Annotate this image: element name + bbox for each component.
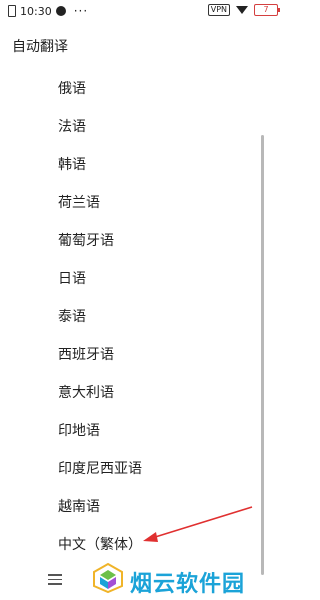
language-item[interactable]: 泰语 <box>58 306 86 326</box>
menu-icon[interactable] <box>48 574 62 585</box>
status-time: 10:30 <box>20 4 52 18</box>
wifi-icon <box>236 6 248 14</box>
status-left: 10:30 ··· <box>8 4 88 18</box>
watermark-text: 烟云软件园 <box>130 572 246 597</box>
status-right: VPN 7 <box>207 4 280 16</box>
language-item[interactable]: 印地语 <box>58 420 100 440</box>
sim-card-icon <box>8 5 16 17</box>
annotation-arrow-head <box>143 532 158 542</box>
vpn-badge: VPN <box>207 4 230 16</box>
language-item[interactable]: 日语 <box>58 268 86 288</box>
language-item[interactable]: 俄语 <box>58 78 86 98</box>
more-notifications-icon: ··· <box>73 4 89 18</box>
language-item[interactable]: 意大利语 <box>58 382 114 402</box>
battery-icon: 7 <box>254 4 280 16</box>
language-item[interactable]: 法语 <box>58 116 86 136</box>
annotation-arrow <box>143 506 253 542</box>
watermark-logo <box>93 562 123 594</box>
language-item[interactable]: 印度尼西亚语 <box>58 458 142 478</box>
notification-icon <box>55 6 66 16</box>
watermark: 烟云软件园 <box>92 558 284 600</box>
scrollbar[interactable] <box>261 135 264 575</box>
language-item[interactable]: 西班牙语 <box>58 344 114 364</box>
page-title: 自动翻译 <box>12 39 68 55</box>
language-item[interactable]: 韩语 <box>58 154 86 174</box>
language-item[interactable]: 荷兰语 <box>58 192 100 212</box>
language-item[interactable]: 葡萄牙语 <box>58 230 114 250</box>
annotation-arrow-line <box>151 506 253 539</box>
language-item[interactable]: 越南语 <box>58 496 100 516</box>
status-bar: 10:30 ··· VPN 7 <box>0 0 284 22</box>
language-item-traditional-chinese[interactable]: 中文（繁体） <box>58 534 142 554</box>
